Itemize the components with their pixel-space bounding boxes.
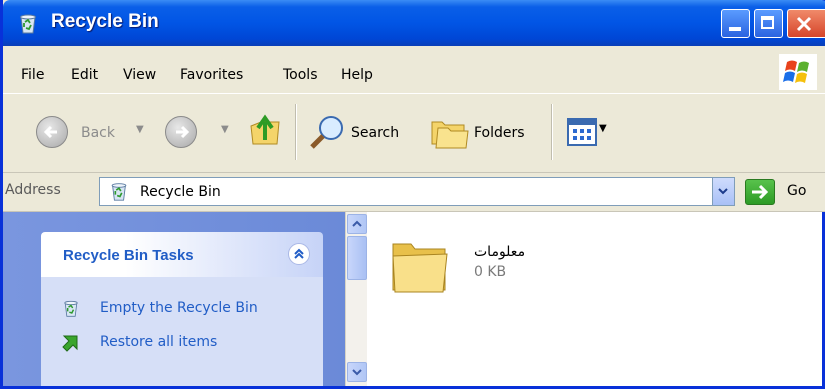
- close-button[interactable]: [787, 9, 825, 38]
- file-item[interactable]: معلومات 0 KB: [367, 212, 627, 302]
- address-input[interactable]: Recycle Bin: [99, 177, 735, 206]
- back-arrow-icon: [43, 125, 57, 139]
- scroll-thumb[interactable]: [347, 236, 367, 280]
- go-arrow-icon: [752, 184, 769, 200]
- folders-icon: [431, 121, 469, 149]
- folders-button[interactable]: Folders: [426, 108, 544, 156]
- address-value: Recycle Bin: [140, 184, 221, 200]
- menu-help[interactable]: Help: [341, 67, 373, 83]
- windows-logo-icon: [779, 54, 817, 90]
- chevron-up-icon: [352, 220, 362, 227]
- address-label: Address: [5, 182, 61, 198]
- window-title: Recycle Bin: [51, 11, 159, 32]
- views-button[interactable]: ▼: [563, 116, 623, 148]
- toolbar-separator: [295, 104, 296, 160]
- menu-file[interactable]: File: [21, 67, 44, 83]
- search-button[interactable]: Search: [303, 108, 415, 156]
- restore-icon: [62, 335, 78, 352]
- collapse-button[interactable]: [288, 243, 310, 265]
- recycle-bin-tasks-panel: Recycle Bin Tasks Empty the Recycle Bin: [41, 232, 323, 386]
- explorer-window: Recycle Bin File Edit View Favorites Too…: [0, 0, 825, 389]
- views-dropdown-icon: ▼: [599, 123, 607, 134]
- go-label[interactable]: Go: [787, 183, 806, 199]
- task-panel-header[interactable]: Recycle Bin Tasks: [41, 232, 323, 277]
- search-label: Search: [351, 125, 400, 141]
- content-area: Recycle Bin Tasks Empty the Recycle Bin: [3, 212, 822, 386]
- close-icon: [796, 16, 812, 32]
- back-label: Back: [81, 125, 115, 141]
- restore-all-items-link[interactable]: Restore all items: [100, 334, 217, 350]
- search-icon: [310, 116, 343, 149]
- title-bar[interactable]: Recycle Bin: [3, 0, 825, 46]
- minimize-icon: [729, 27, 741, 31]
- menu-view[interactable]: View: [123, 67, 156, 83]
- menu-favorites[interactable]: Favorites: [180, 67, 243, 83]
- back-dropdown-icon[interactable]: ▼: [136, 124, 144, 135]
- empty-recycle-bin-link[interactable]: Empty the Recycle Bin: [100, 300, 258, 316]
- chevron-up-double-icon: [294, 248, 304, 259]
- toolbar-separator: [551, 104, 552, 160]
- menu-tools[interactable]: Tools: [283, 67, 318, 83]
- up-folder-icon[interactable]: [247, 110, 283, 150]
- chevron-down-icon: [352, 369, 362, 376]
- standard-toolbar: Back ▼ ▼ Search Folders ▼: [3, 94, 825, 173]
- address-dropdown-button[interactable]: [712, 178, 734, 205]
- scroll-down-button[interactable]: [347, 362, 367, 382]
- file-list: معلومات 0 KB: [367, 212, 822, 386]
- address-bar: Address Recycle Bin Go: [3, 173, 825, 212]
- file-size: 0 KB: [474, 264, 507, 280]
- chevron-down-icon: [718, 188, 728, 195]
- task-panel-title: Recycle Bin Tasks: [63, 247, 194, 264]
- task-panel-body: Empty the Recycle Bin Restore all items: [41, 277, 323, 386]
- menu-edit[interactable]: Edit: [71, 67, 98, 83]
- maximize-button[interactable]: [754, 9, 783, 38]
- forward-button[interactable]: [165, 116, 197, 148]
- recycle-bin-icon: [64, 300, 78, 317]
- back-button[interactable]: [36, 116, 68, 148]
- maximize-icon: [761, 16, 774, 29]
- go-button[interactable]: [745, 179, 775, 205]
- menu-bar: File Edit View Favorites Tools Help: [3, 46, 825, 94]
- minimize-button[interactable]: [721, 9, 750, 38]
- recycle-bin-icon: [111, 183, 127, 201]
- scroll-up-button[interactable]: [347, 214, 367, 234]
- file-name: معلومات: [474, 244, 526, 260]
- folders-label: Folders: [474, 125, 525, 141]
- task-pane: Recycle Bin Tasks Empty the Recycle Bin: [3, 212, 345, 386]
- recycle-bin-icon: [20, 14, 36, 34]
- folder-icon: [392, 243, 448, 293]
- views-icon: [567, 118, 597, 146]
- forward-arrow-icon: [176, 125, 190, 139]
- forward-dropdown-icon[interactable]: ▼: [221, 124, 229, 135]
- vertical-scrollbar[interactable]: [345, 212, 367, 386]
